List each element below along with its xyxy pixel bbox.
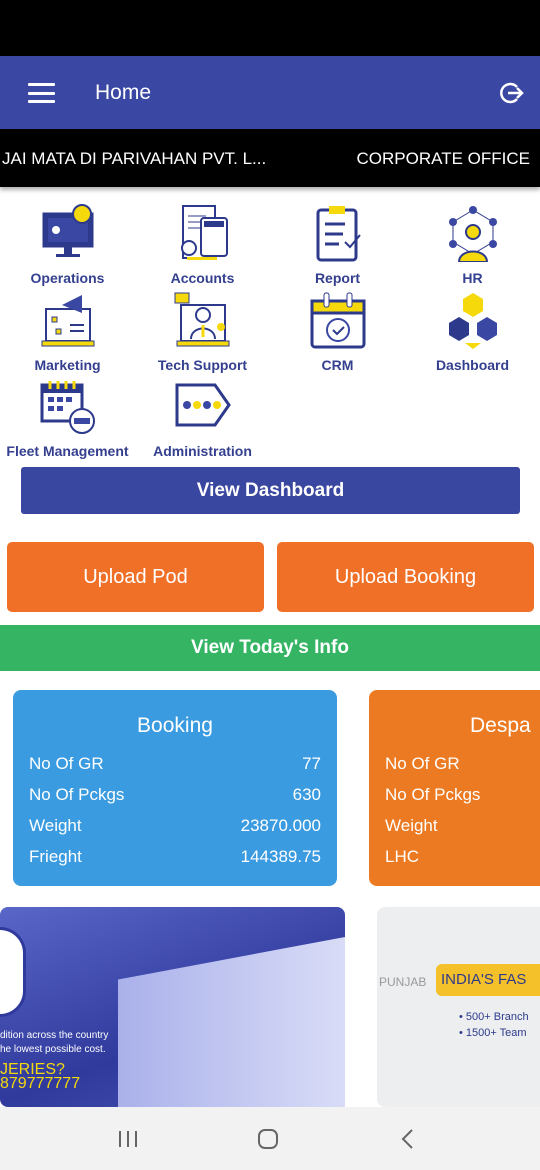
module-hr[interactable]: HR (405, 204, 540, 286)
row-label: No Of Pckgs (29, 785, 125, 804)
card-row: No Of GR (385, 754, 524, 785)
module-label: Operations (30, 270, 105, 286)
upload-pod-button[interactable]: Upload Pod (7, 542, 264, 612)
cubes-icon (448, 293, 497, 349)
module-label: CRM (321, 357, 354, 373)
megaphone-laptop-icon (41, 295, 94, 347)
module-report[interactable]: Report (270, 204, 405, 286)
banner-text: INDIA'S FAS (436, 964, 540, 996)
row-value: 144389.75 (240, 847, 321, 866)
office-name[interactable]: CORPORATE OFFICE (357, 149, 530, 169)
module-crm[interactable]: CRM (270, 291, 405, 373)
card-row: Frieght 144389.75 (29, 847, 321, 878)
banner-text: he lowest possible cost. (0, 1044, 106, 1055)
module-operations[interactable]: Operations (0, 204, 135, 286)
promo-banner[interactable]: dition across the country he lowest poss… (0, 907, 345, 1107)
card-row: No Of GR 77 (29, 754, 321, 785)
module-label: Marketing (34, 357, 101, 373)
card-title: Booking (137, 714, 213, 737)
row-label: No Of Pckgs (385, 785, 481, 804)
status-bar (0, 0, 540, 56)
module-label: Tech Support (157, 357, 248, 373)
row-value: 77 (302, 754, 321, 773)
logo (0, 927, 26, 1017)
card-title: Despa (470, 714, 531, 737)
module-tech-support[interactable]: Tech Support (135, 291, 270, 373)
banner-text: • 500+ Branch (459, 1011, 529, 1023)
home-icon[interactable] (257, 1129, 279, 1149)
banner-text: • 1500+ Team (459, 1027, 527, 1039)
card-row: Weight (385, 816, 524, 847)
row-label: Weight (29, 816, 82, 835)
clipboard-check-icon (316, 206, 361, 262)
row-label: LHC (385, 847, 420, 866)
module-label: Accounts (170, 270, 235, 286)
calendar-cycle-icon (310, 292, 365, 349)
module-label: HR (462, 270, 483, 286)
upload-booking-button[interactable]: Upload Booking (277, 542, 534, 612)
row-label: No Of GR (29, 754, 104, 773)
module-label: Fleet Management (6, 443, 129, 459)
tag-dots-icon (175, 383, 231, 427)
headset-agent-icon (174, 292, 229, 347)
app-bar: Home (0, 56, 540, 129)
banner-text: 879777777 (0, 1075, 81, 1092)
card-row: Weight 23870.000 (29, 816, 321, 847)
card-row: LHC (385, 847, 524, 878)
hamburger-icon[interactable] (28, 83, 55, 103)
module-label: Administration (153, 443, 252, 459)
card-row: No Of Pckgs 630 (29, 785, 321, 816)
banner-text: dition across the country (0, 1030, 109, 1041)
module-fleet-management[interactable]: Fleet Management (0, 377, 135, 459)
row-label: Frieght (29, 847, 82, 866)
page-title: Home (95, 81, 152, 104)
promo-banner[interactable]: PUNJAB INDIA'S FAS • 500+ Branch • 1500+… (377, 907, 540, 1107)
logout-icon[interactable] (498, 80, 524, 106)
row-label: No Of GR (385, 754, 460, 773)
person-network-icon (448, 206, 497, 262)
monitor-gear-icon (42, 204, 93, 257)
module-administration[interactable]: Administration (135, 377, 270, 459)
company-name: JAI MATA DI PARIVAHAN PVT. L... (2, 149, 267, 168)
row-value: 23870.000 (240, 816, 321, 835)
calculator-invoice-icon (180, 205, 228, 260)
view-todays-info-button[interactable]: View Today's Info (0, 625, 540, 671)
module-label: Report (314, 270, 361, 286)
banner-text: PUNJAB (379, 975, 427, 989)
system-nav-bar (0, 1107, 540, 1170)
view-dashboard-button[interactable]: View Dashboard (21, 467, 520, 514)
module-label: Dashboard (435, 357, 510, 373)
module-marketing[interactable]: Marketing (0, 291, 135, 373)
despatch-card[interactable]: Despa No Of GR No Of Pckgs Weight LHC (369, 690, 540, 886)
company-bar: JAI MATA DI PARIVAHAN PVT. L... CORPORAT… (0, 129, 540, 187)
module-dashboard[interactable]: Dashboard (405, 291, 540, 373)
truck-image (118, 937, 345, 1107)
module-accounts[interactable]: Accounts (135, 204, 270, 286)
card-row: No Of Pckgs (385, 785, 524, 816)
row-value: 630 (292, 785, 321, 804)
booking-card[interactable]: Booking No Of GR 77 No Of Pckgs 630 Weight… (13, 690, 337, 886)
calendar-truck-icon (40, 381, 95, 434)
back-icon[interactable] (400, 1129, 416, 1149)
row-label: Weight (385, 816, 438, 835)
recent-apps-icon[interactable] (117, 1129, 139, 1149)
